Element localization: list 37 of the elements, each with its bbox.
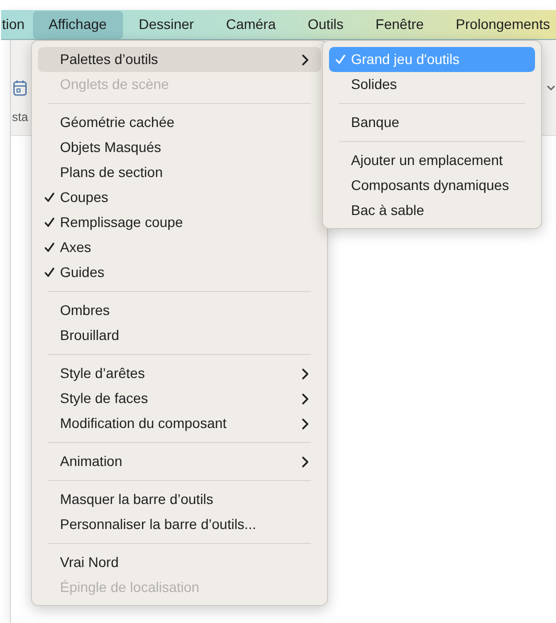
checkmark-icon [44,242,55,253]
menu-item[interactable]: Masquer la barre d’outils [38,487,321,512]
menu-item[interactable]: Banque [329,110,535,135]
menu-item[interactable]: Objets Masqués [38,135,321,160]
menu-bar-item[interactable]: Prolongements [440,10,556,38]
menu-item[interactable]: Ajouter un emplacement [329,148,535,173]
menu-bar-item[interactable]: Dessiner [122,10,210,38]
menu-item[interactable]: Style d’arêtes [38,361,321,386]
menu-item[interactable]: Remplissage coupe [38,210,321,235]
calendar-icon[interactable] [13,80,27,96]
checkmark-icon [44,217,55,228]
menu-item[interactable]: Brouillard [38,323,321,348]
menu-item[interactable]: Solides [329,72,535,97]
menu-item[interactable]: Axes [38,235,321,260]
checkmark-icon [335,54,346,65]
menu-item[interactable]: Personnaliser la barre d’outils... [38,512,321,537]
menu-item[interactable]: Coupes [38,185,321,210]
checkmark-icon [44,267,55,278]
menu-item[interactable]: Guides [38,260,321,285]
menu-item[interactable]: Palettes d’outils [38,47,321,72]
menu-item[interactable]: Style de faces [38,386,321,411]
chevron-down-icon[interactable] [546,84,556,92]
menu-bar-item[interactable]: Affichage [32,10,123,38]
menu-item[interactable]: Géométrie cachée [38,110,321,135]
menu-bar-item[interactable]: Caméra [210,10,292,38]
checkmark-icon [44,192,55,203]
menu-item[interactable]: Ombres [38,298,321,323]
menu-item[interactable]: Modification du composant [38,411,321,436]
menu-item[interactable]: Plans de section [38,160,321,185]
menu-bar-item[interactable]: tion [1,10,26,38]
menu-item[interactable]: Bac à sable [329,198,535,223]
menu-item[interactable]: Animation [38,449,321,474]
menu-bar-item[interactable]: Outils [292,10,360,38]
toolbar-label: sta [12,109,28,126]
menu-bar-item[interactable]: Fenêtre [360,10,440,38]
menu-item[interactable]: Vrai Nord [38,550,321,575]
menu-item[interactable]: Composants dynamiques [329,173,535,198]
